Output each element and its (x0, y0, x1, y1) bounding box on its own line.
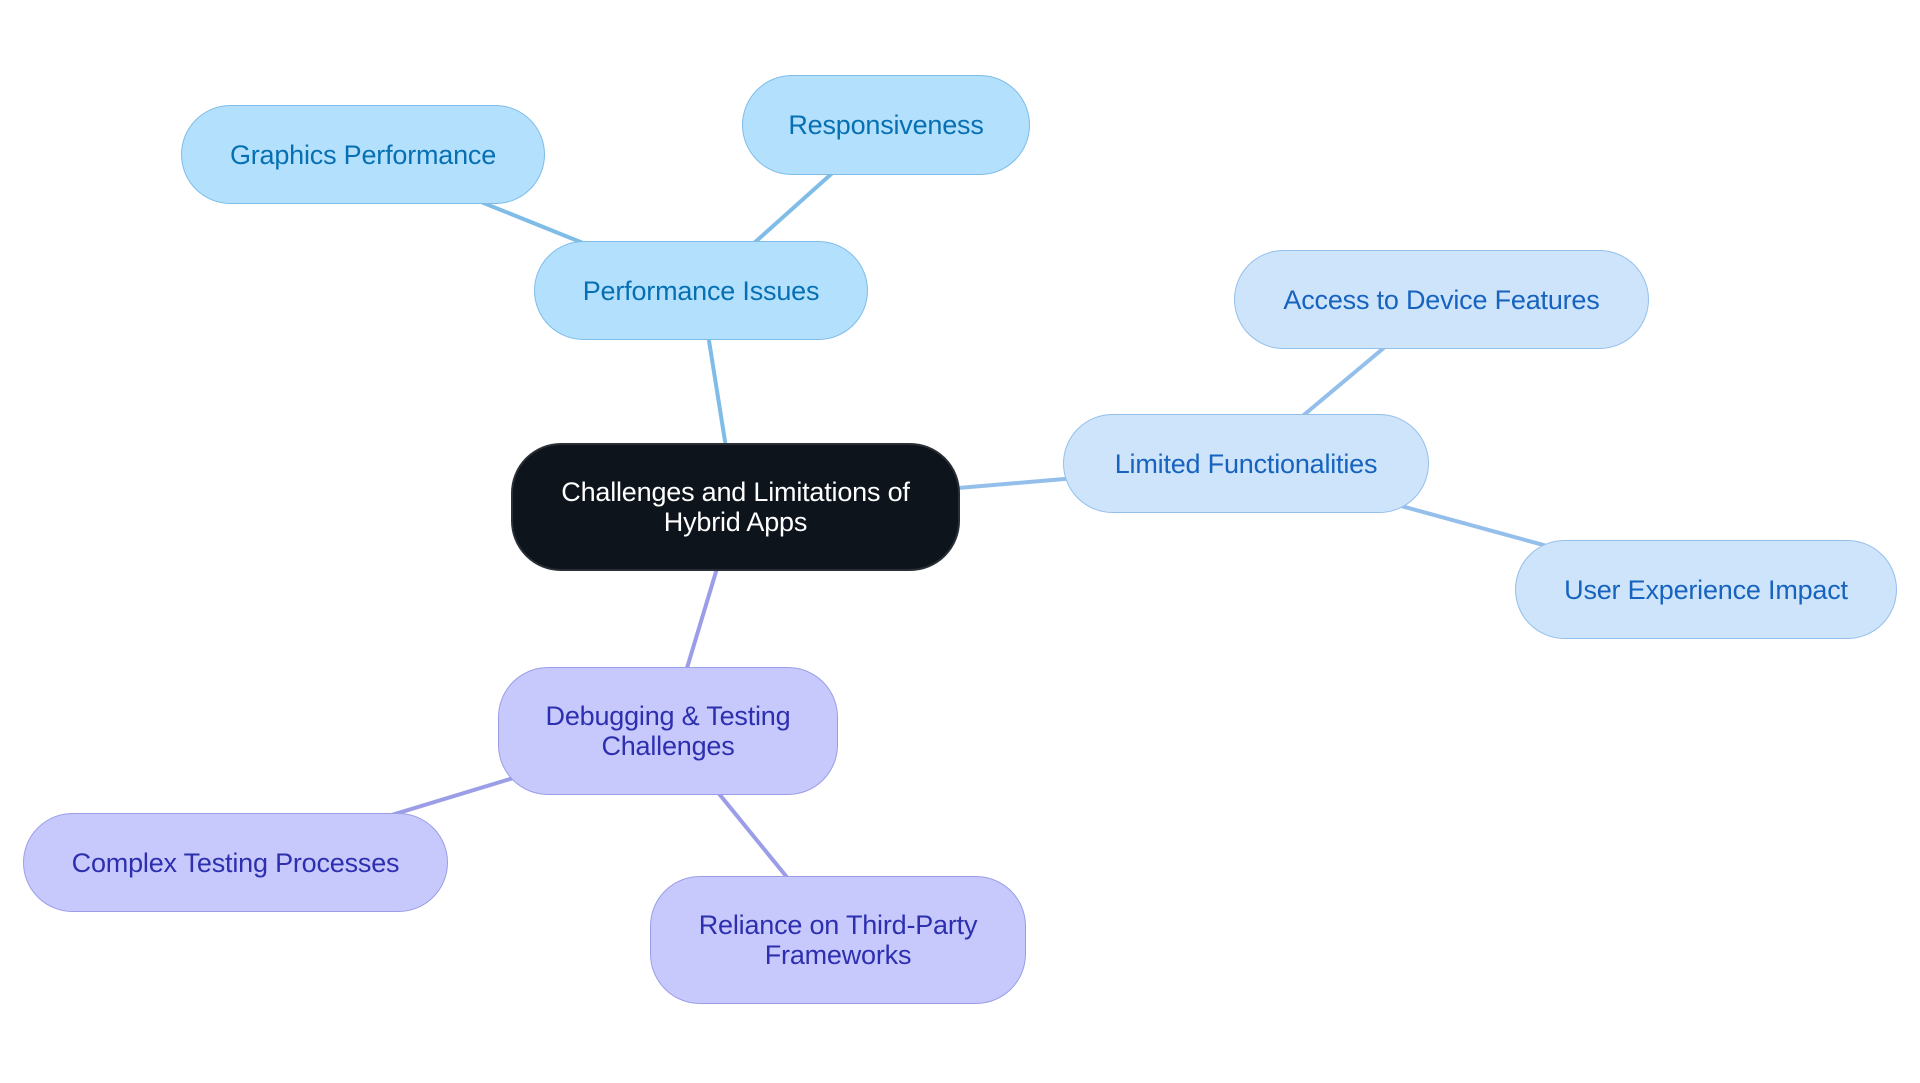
node-responsiveness[interactable]: Responsiveness (742, 75, 1030, 175)
node-label: Limited Functionalities (1114, 448, 1378, 479)
node-label: Graphics Performance (229, 139, 497, 170)
node-label: Responsiveness (788, 110, 984, 140)
node-complex-testing-processes[interactable]: Complex Testing Processes (23, 813, 448, 912)
node-graphics-performance[interactable]: Graphics Performance (181, 105, 545, 204)
node-debugging-testing-challenges[interactable]: Debugging & Testing Challenges (498, 667, 838, 795)
node-user-experience-impact[interactable]: User Experience Impact (1515, 540, 1897, 639)
node-performance-issues[interactable]: Performance Issues (534, 241, 868, 340)
node-label: User Experience Impact (1564, 574, 1848, 605)
root-node-label: Challenges and Limitations of Hybrid App… (561, 477, 910, 537)
node-label: Debugging & Testing Challenges (545, 701, 791, 761)
node-label: Performance Issues (582, 275, 820, 306)
node-limited-functionalities[interactable]: Limited Functionalities (1063, 414, 1429, 513)
node-label: Complex Testing Processes (71, 847, 400, 878)
node-access-to-device-features[interactable]: Access to Device Features (1234, 250, 1649, 349)
root-node[interactable]: Challenges and Limitations of Hybrid App… (511, 443, 960, 571)
node-label: Reliance on Third-Party Frameworks (698, 910, 978, 970)
node-label: Access to Device Features (1283, 284, 1600, 315)
node-reliance-on-third-party-frameworks[interactable]: Reliance on Third-Party Frameworks (650, 876, 1026, 1004)
